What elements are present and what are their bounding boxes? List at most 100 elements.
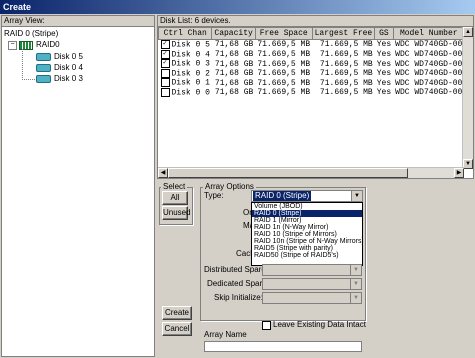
select-all-button[interactable]: All <box>162 191 188 205</box>
cell-free-space: 71.669,5 MB <box>257 49 311 59</box>
dropdown-arrow-icon: ▼ <box>350 265 361 275</box>
col-free-space[interactable]: Free Space <box>254 27 313 40</box>
table-header-row: Ctrl Chan Capacity Free Space Largest Fr… <box>158 27 464 40</box>
tree-node-array[interactable]: RAID 0 (Stripe) <box>4 29 58 39</box>
cell-model-number: WDC WD740GD-00 <box>395 69 463 79</box>
array-name-label: Array Name <box>204 330 247 339</box>
dropdown-arrow-icon: ▼ <box>350 279 361 289</box>
cell-model-number: WDC WD740GD-00 <box>395 49 463 59</box>
cell-free-space: 71.669,5 MB <box>257 69 311 79</box>
dropdown-option[interactable]: RAID 10 (Stripe of Mirrors) <box>252 231 362 238</box>
scroll-left-icon[interactable]: ◀ <box>158 168 168 178</box>
cell-model-number: WDC WD740GD-00 <box>395 78 463 88</box>
skip-initialize-label: Skip Initialize: <box>214 293 263 302</box>
create-window: Create Array View: RAID 0 (Stripe) − RAI… <box>0 0 475 358</box>
title-bar[interactable]: Create <box>0 0 475 14</box>
array-view-caption: Array View: <box>2 16 154 27</box>
table-row[interactable]: Disk 0 1 71,68 GB 71.669,5 MB 71.669,5 MB Ye… <box>159 78 465 88</box>
disk-list-hscrollbar[interactable]: ◀ ▶ <box>158 167 464 178</box>
cell-capacity: 71,68 GB <box>214 59 254 69</box>
disk-select-checkbox[interactable] <box>160 88 170 98</box>
cell-gs: Yes <box>376 88 392 98</box>
table-row[interactable]: ✓ Disk 0 5 71,68 GB 71.669,5 MB 71.669,5 MB Y… <box>159 40 465 50</box>
max-label: Ma <box>243 221 251 230</box>
cell-model-number: WDC WD740GD-00 <box>395 40 463 50</box>
dropdown-option[interactable]: Volume (JBOD) <box>252 203 362 210</box>
cell-ctrl-chan: Disk 0 2 <box>159 68 212 78</box>
array-view-panel: Array View: RAID 0 (Stripe) − RAID0 Disk… <box>1 15 155 357</box>
cell-gs: Yes <box>376 59 392 69</box>
dropdown-option[interactable]: RAID 10n (Stripe of N-Way Mirrors) <box>252 238 362 245</box>
skip-initialize-select: ▼ <box>262 292 362 304</box>
disk-select-checkbox[interactable]: ✓ <box>160 40 170 49</box>
cache-label: Cach <box>236 249 251 258</box>
array-root-label: RAID 0 (Stripe) <box>4 29 59 38</box>
disk-select-checkbox[interactable]: ✓ <box>160 59 170 69</box>
type-selected-value: RAID 0 (Stripe) <box>253 191 312 201</box>
unused-button[interactable]: Unused <box>162 206 191 220</box>
scroll-up-icon[interactable]: ▲ <box>463 27 473 37</box>
col-gs[interactable]: GS <box>374 27 394 40</box>
cell-capacity: 71,68 GB <box>214 88 254 98</box>
cell-free-space: 71.669,5 MB <box>257 59 311 69</box>
cell-largest-free: 71.669,5 MB <box>319 49 373 59</box>
cell-gs: Yes <box>376 78 392 88</box>
cell-ctrl-chan: Disk 0 0 <box>159 88 212 98</box>
disk-icon <box>36 53 51 61</box>
org-label: Org <box>243 208 251 217</box>
dropdown-option[interactable]: RAID50 (Stripe of RAID5's) <box>252 252 362 259</box>
tree-node-disk05[interactable]: Disk 0 5 <box>36 52 83 62</box>
cell-largest-free: 71.669,5 MB <box>319 69 373 79</box>
disk-icon <box>36 75 51 83</box>
col-model-number[interactable]: Model Number <box>392 27 464 40</box>
cell-free-space: 71.669,5 MB <box>257 88 311 98</box>
scroll-right-icon[interactable]: ▶ <box>454 168 464 178</box>
type-label: Type: <box>204 191 224 200</box>
dropdown-option[interactable]: RAID 1n (N-Way Mirror) <box>252 224 362 231</box>
cell-gs: Yes <box>376 49 392 59</box>
tree-connector <box>22 49 35 80</box>
disk-select-checkbox[interactable] <box>160 68 170 78</box>
dropdown-arrow-icon[interactable]: ▼ <box>351 191 362 201</box>
col-capacity[interactable]: Capacity <box>211 27 256 40</box>
cell-ctrl-chan: ✓ Disk 0 4 <box>159 49 212 59</box>
disk-list-panel: Disk List: 6 devices. Ctrl Chan Capacity… <box>157 15 474 179</box>
cell-capacity: 71,68 GB <box>214 78 254 88</box>
cell-largest-free: 71.669,5 MB <box>319 78 373 88</box>
cancel-button[interactable]: Cancel <box>162 322 192 336</box>
disk-select-checkbox[interactable] <box>160 78 170 88</box>
dedicated-spare-select: ▼ <box>262 278 362 290</box>
disk-list-vscrollbar[interactable]: ▲ ▼ <box>462 27 473 169</box>
table-row[interactable]: Disk 0 2 71,68 GB 71.669,5 MB 71.669,5 MB Ye… <box>159 68 465 79</box>
window-title: Create <box>3 2 32 12</box>
scroll-thumb[interactable] <box>168 168 408 178</box>
dropdown-option[interactable]: RAID5 (Stripe with parity) <box>252 245 362 252</box>
dropdown-option[interactable]: RAID 0 (Stripe) <box>252 210 362 217</box>
raid-type-dropdown-list[interactable]: Volume (JBOD) RAID 0 (Stripe) RAID 1 (Mirr… <box>251 202 363 266</box>
disk-select-checkbox[interactable]: ✓ <box>160 49 170 59</box>
table-row[interactable]: ✓ Disk 0 4 71,68 GB 71.669,5 MB 71.669,5 MB Y… <box>159 49 465 59</box>
array-name-input[interactable] <box>204 341 362 352</box>
cell-ctrl-chan: Disk 0 1 <box>159 78 212 88</box>
cell-largest-free: 71.669,5 MB <box>319 40 373 50</box>
cell-ctrl-chan: ✓ Disk 0 3 <box>159 59 212 69</box>
leave-data-intact-label: Leave Existing Data Intact <box>273 320 366 329</box>
tree-node-disk03[interactable]: Disk 0 3 <box>36 74 83 84</box>
col-ctrl-chan[interactable]: Ctrl Chan <box>158 27 213 40</box>
leave-data-intact-option[interactable]: Leave Existing Data Intact <box>262 320 366 330</box>
cell-model-number: WDC WD740GD-00 <box>395 88 463 98</box>
disk-table-viewport: Ctrl Chan Capacity Free Space Largest Fr… <box>158 27 464 169</box>
dropdown-option[interactable]: RAID 1 (Mirror) <box>252 217 362 224</box>
table-row[interactable]: Disk 0 0 71,68 GB 71.669,5 MB 71.669,5 MB Ye… <box>159 88 465 98</box>
cell-capacity: 71,68 GB <box>214 49 254 59</box>
table-row[interactable]: ✓ Disk 0 3 71,68 GB 71.669,5 MB 71.669,5 MB Y… <box>159 59 465 69</box>
tree-node-disk04[interactable]: Disk 0 4 <box>36 63 83 73</box>
leave-data-intact-checkbox[interactable] <box>262 320 271 330</box>
scroll-down-icon[interactable]: ▼ <box>463 159 473 169</box>
col-largest-free[interactable]: Largest Free <box>311 27 376 40</box>
collapse-icon[interactable]: − <box>8 40 17 50</box>
disk-icon <box>36 64 51 72</box>
type-select[interactable]: RAID 0 (Stripe) ▼ <box>251 190 363 202</box>
cell-gs: Yes <box>376 69 392 79</box>
create-button[interactable]: Create <box>162 306 192 320</box>
